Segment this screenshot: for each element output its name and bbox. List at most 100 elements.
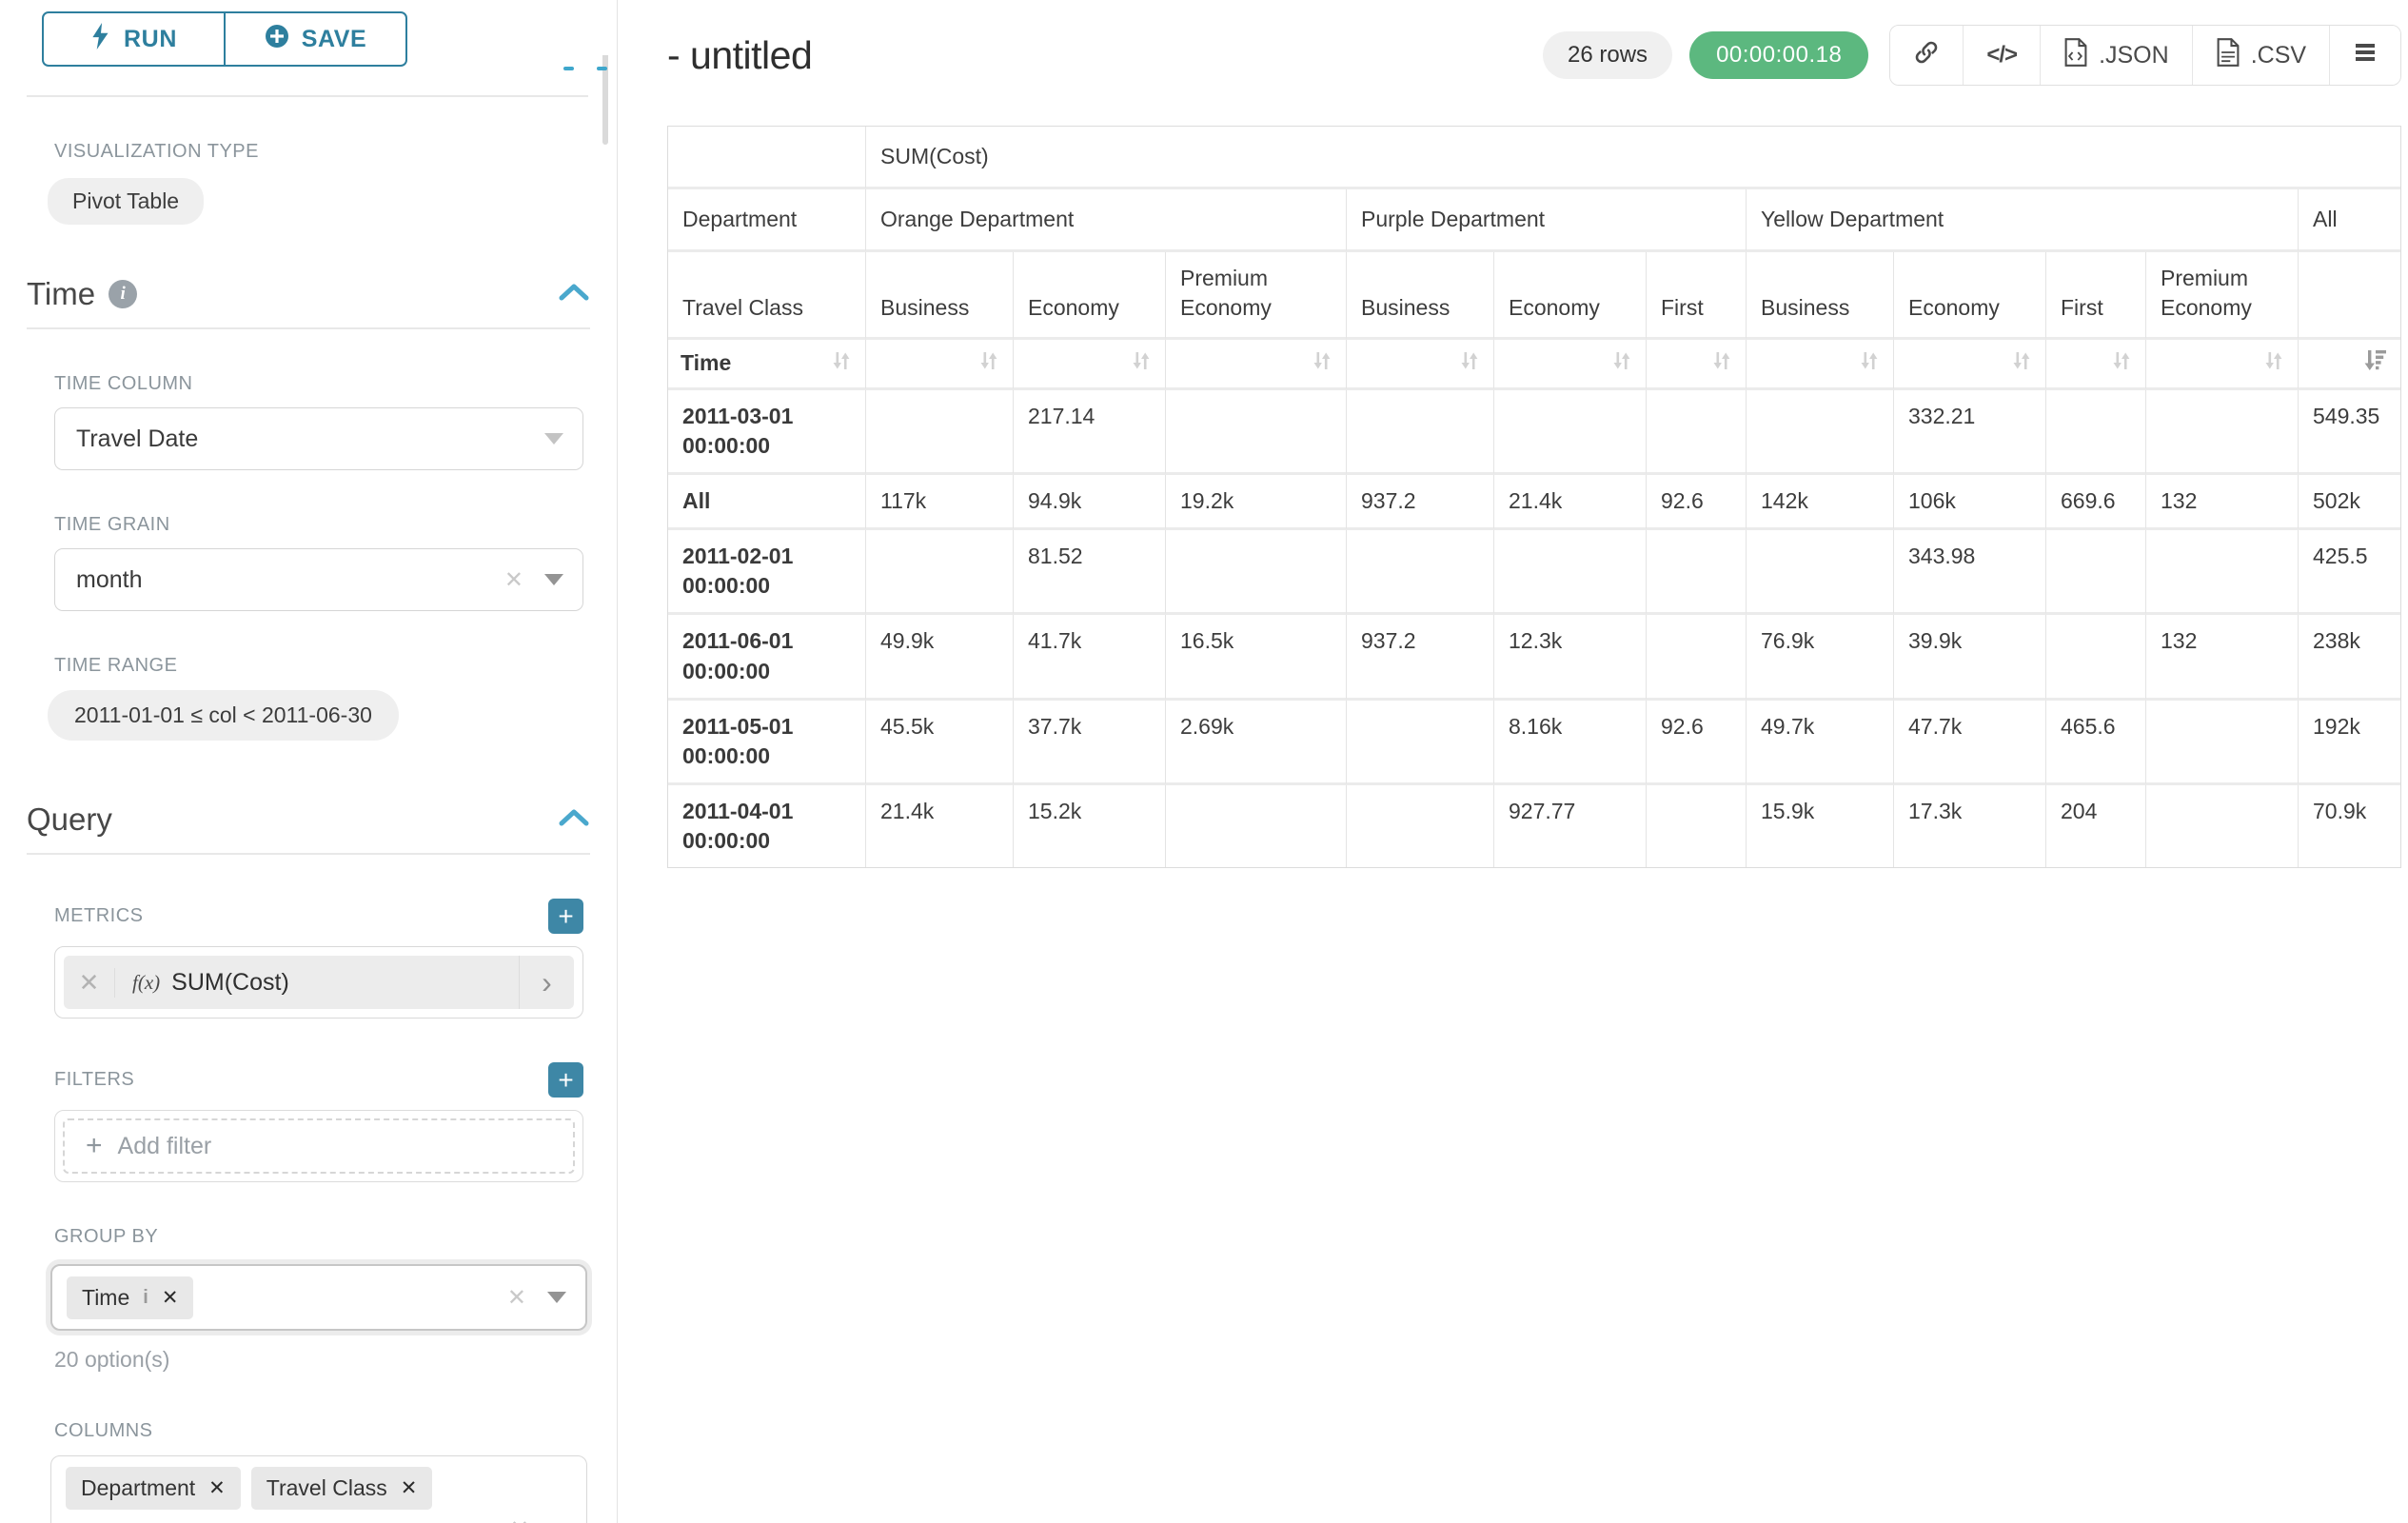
value-cell: 45.5k <box>866 701 1014 785</box>
visualization-type-value[interactable]: Pivot Table <box>48 178 204 225</box>
value-cell <box>2146 785 2299 867</box>
value-cell: 39.9k <box>1894 615 2046 700</box>
value-cell <box>1647 785 1747 867</box>
metrics-label: METRICS <box>54 905 144 927</box>
sort-icon <box>2010 349 2033 380</box>
metric-value: SUM(Cost) <box>171 969 289 997</box>
department-row-header: Department <box>668 189 866 252</box>
chevron-down-icon <box>547 1292 566 1303</box>
sub-column-header: Business <box>1747 252 1894 340</box>
sort-cell[interactable] <box>2046 340 2146 390</box>
value-cell <box>1347 530 1494 615</box>
sort-cell[interactable] <box>1166 340 1347 390</box>
columns-tag[interactable]: Department ✕ <box>66 1467 241 1510</box>
value-cell: 12.3k <box>1494 615 1647 700</box>
sort-cell[interactable] <box>1747 340 1894 390</box>
view-query-button[interactable]: </> <box>1964 26 2041 85</box>
value-cell: 76.9k <box>1747 615 1894 700</box>
value-cell: 17.3k <box>1894 785 2046 867</box>
collapse-chevron-icon[interactable] <box>558 282 590 307</box>
remove-metric-icon[interactable]: ✕ <box>64 968 115 998</box>
csv-file-icon <box>2216 38 2240 73</box>
table-row: 2011-06-01 00:00:0049.9k41.7k16.5k937.21… <box>668 615 2400 700</box>
group-by-select[interactable]: Time i ✕ ✕ <box>50 1264 587 1331</box>
metric-header-cell: SUM(Cost) <box>866 127 2400 189</box>
value-cell: 49.7k <box>1747 701 1894 785</box>
function-icon: f(x) <box>132 971 160 995</box>
time-grain-select[interactable]: month ✕ <box>54 548 583 611</box>
clear-icon[interactable]: ✕ <box>504 566 523 594</box>
sub-column-header: Economy <box>1014 252 1166 340</box>
sort-cell[interactable] <box>2299 340 2400 390</box>
sort-icon <box>830 349 853 380</box>
sort-cell[interactable] <box>1647 340 1747 390</box>
pivot-table-container: SUM(Cost)DepartmentOrange DepartmentPurp… <box>667 126 2401 868</box>
time-column-select[interactable]: Travel Date <box>54 407 583 470</box>
sub-column-header: Premium Economy <box>2146 252 2299 340</box>
remove-tag-icon[interactable]: ✕ <box>208 1476 226 1500</box>
metrics-control: ✕ f(x) SUM(Cost) › <box>54 946 583 1019</box>
value-cell: 937.2 <box>1347 475 1494 530</box>
collapse-chevron-icon[interactable] <box>558 807 590 833</box>
value-cell: 117k <box>866 475 1014 530</box>
sort-cell[interactable] <box>866 340 1014 390</box>
travel-class-row-header: Travel Class <box>668 252 866 340</box>
columns-select[interactable]: Department ✕ Travel Class ✕ ✕ <box>50 1455 587 1523</box>
sort-cell[interactable] <box>1494 340 1647 390</box>
export-csv-button[interactable]: .CSV <box>2193 26 2330 85</box>
row-label: 2011-03-01 00:00:00 <box>668 390 866 475</box>
value-cell: 106k <box>1894 475 2046 530</box>
group-by-options-count: 20 option(s) <box>54 1347 617 1373</box>
info-icon: i <box>109 280 137 308</box>
group-by-tag[interactable]: Time i ✕ <box>67 1276 193 1319</box>
save-button[interactable]: SAVE <box>224 11 407 67</box>
chart-header: - untitled 26 rows 00:00:00.18 </> <box>667 25 2401 86</box>
sort-icon <box>2110 349 2133 380</box>
sort-desc-active-icon <box>2363 347 2388 380</box>
remove-tag-icon[interactable]: ✕ <box>162 1286 179 1310</box>
sort-cell[interactable] <box>1347 340 1494 390</box>
value-cell: 37.7k <box>1014 701 1166 785</box>
chevron-right-icon[interactable]: › <box>519 956 574 1009</box>
sort-icon <box>1458 349 1481 380</box>
time-section-title: Time <box>27 276 95 312</box>
sub-column-header: Premium Economy <box>1166 252 1347 340</box>
sub-column-header <box>2299 252 2400 340</box>
time-range-value[interactable]: 2011-01-01 ≤ col < 2011-06-30 <box>48 690 399 741</box>
add-filter-dropzone[interactable]: + Add filter <box>63 1118 575 1174</box>
value-cell: 92.6 <box>1647 475 1747 530</box>
columns-tag[interactable]: Travel Class ✕ <box>251 1467 433 1510</box>
clear-icon[interactable]: ✕ <box>510 1515 529 1523</box>
value-cell <box>1747 530 1894 615</box>
chart-title[interactable]: - untitled <box>667 33 812 78</box>
clear-icon[interactable]: ✕ <box>507 1284 526 1312</box>
value-cell: 21.4k <box>866 785 1014 867</box>
sub-column-header: Economy <box>1894 252 2046 340</box>
value-cell <box>1494 530 1647 615</box>
metric-pill[interactable]: ✕ f(x) SUM(Cost) › <box>64 956 574 1009</box>
sort-cell[interactable] <box>1014 340 1166 390</box>
table-row: 2011-03-01 00:00:00217.14332.21549.35 <box>668 390 2400 475</box>
sort-cell[interactable] <box>2146 340 2299 390</box>
menu-button[interactable] <box>2330 26 2400 85</box>
value-cell: 8.16k <box>1494 701 1647 785</box>
time-sort-header[interactable]: Time <box>668 340 866 390</box>
sub-column-header: Economy <box>1494 252 1647 340</box>
export-json-button[interactable]: .JSON <box>2041 26 2193 85</box>
query-section-header: Query <box>27 801 590 838</box>
share-link-button[interactable] <box>1890 26 1964 85</box>
row-label: All <box>668 475 866 530</box>
sort-cell[interactable] <box>1894 340 2046 390</box>
add-filter-button[interactable]: + <box>548 1062 583 1098</box>
column-group-header: Yellow Department <box>1747 189 2299 252</box>
time-section-header: Time i <box>27 276 590 312</box>
sort-icon <box>1710 349 1733 380</box>
add-metric-button[interactable]: + <box>548 899 583 934</box>
time-grain-label: TIME GRAIN <box>54 514 617 536</box>
value-cell: 425.5 <box>2299 530 2400 615</box>
run-button[interactable]: RUN <box>42 11 226 67</box>
column-group-header: Orange Department <box>866 189 1347 252</box>
value-cell <box>2146 390 2299 475</box>
remove-tag-icon[interactable]: ✕ <box>401 1476 418 1500</box>
value-cell <box>1166 785 1347 867</box>
